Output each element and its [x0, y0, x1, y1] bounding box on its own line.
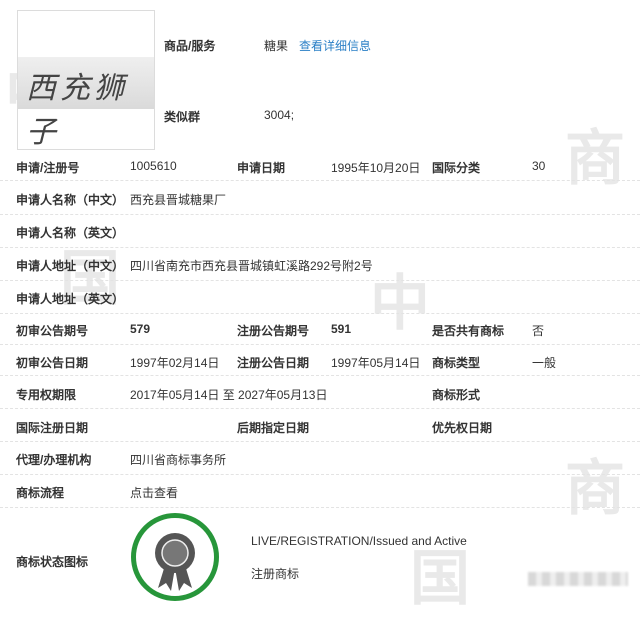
reg-date: 1997年05月14日: [331, 356, 421, 370]
prelim-issue: 579: [130, 322, 151, 336]
apply-date: 1995年10月20日: [331, 161, 421, 175]
row-dates: 初审公告日期 1997年02月14日 注册公告日期 1997年05月14日 商标…: [0, 345, 640, 376]
shared-label: 是否共有商标: [432, 324, 505, 338]
priority-date-label: 优先权日期: [432, 421, 493, 435]
reg-no: 1005610: [130, 159, 177, 173]
goods-label: 商品/服务: [164, 39, 216, 53]
row-address-en: 申请人地址（英文）: [0, 281, 640, 314]
apply-date-label: 申请日期: [237, 161, 286, 175]
trademark-image: 西充狮子: [17, 10, 155, 150]
status-en: LIVE/REGISTRATION/Issued and Active: [251, 534, 467, 548]
row-issue: 初审公告期号 579 注册公告期号 591 是否共有商标 否: [0, 314, 640, 345]
logo-text: 西充狮子: [26, 71, 128, 150]
applicant-cn: 西充县晋城糖果厂: [130, 193, 227, 207]
trademark-detail: 西充狮子 商品/服务 糖果 查看详细信息 类似群 3004; 申请/注册号 10…: [0, 0, 640, 602]
row-intl-dates: 国际注册日期 后期指定日期 优先权日期: [0, 409, 640, 442]
agent-label: 代理/办理机构: [16, 453, 92, 467]
prelim-issue-label: 初审公告期号: [16, 324, 89, 338]
agent: 四川省商标事务所: [130, 453, 227, 467]
intl-reg-date-label: 国际注册日期: [16, 421, 89, 435]
similar-group-label: 类似群: [164, 110, 201, 124]
reg-no-label: 申请/注册号: [16, 161, 80, 175]
type-label: 商标类型: [432, 356, 481, 370]
flow-label: 商标流程: [16, 486, 65, 500]
trademark-logo: 西充狮子: [18, 57, 154, 150]
status-icon-label: 商标状态图标: [16, 555, 89, 569]
row-registration: 申请/注册号 1005610 申请日期 1995年10月20日 国际分类 30: [0, 150, 640, 181]
goods-value: 糖果: [264, 39, 289, 53]
applicant-cn-label: 申请人名称（中文）: [16, 193, 125, 207]
row-applicant-cn: 申请人名称（中文） 西充县晋城糖果厂: [0, 182, 640, 215]
goods-detail-link[interactable]: 查看详细信息: [299, 37, 371, 54]
blurred-watermark: [528, 572, 628, 586]
exclusive-label: 专用权期限: [16, 388, 77, 402]
address-cn-label: 申请人地址（中文）: [16, 259, 125, 273]
form-label: 商标形式: [432, 388, 481, 402]
row-agent: 代理/办理机构 四川省商标事务所: [0, 442, 640, 475]
flow-link[interactable]: 点击查看: [130, 484, 178, 501]
intl-class-label: 国际分类: [432, 161, 481, 175]
reg-date-label: 注册公告日期: [237, 356, 310, 370]
row-address-cn: 申请人地址（中文） 四川省南充市西充县晋城镇虹溪路292号附2号: [0, 248, 640, 281]
type: 一般: [532, 356, 557, 370]
row-exclusive: 专用权期限 2017年05月14日 至 2027年05月13日 商标形式: [0, 376, 640, 409]
prelim-date: 1997年02月14日: [130, 356, 220, 370]
similar-group-value: 3004;: [264, 108, 295, 122]
exclusive: 2017年05月14日 至 2027年05月13日: [130, 388, 328, 402]
intl-class: 30: [532, 159, 546, 173]
later-date-label: 后期指定日期: [237, 421, 310, 435]
applicant-en-label: 申请人名称（英文）: [16, 226, 125, 240]
shared: 否: [532, 324, 545, 338]
address-cn: 四川省南充市西充县晋城镇虹溪路292号附2号: [130, 259, 373, 273]
address-en-label: 申请人地址（英文）: [16, 292, 125, 306]
status-cn: 注册商标: [251, 567, 300, 581]
row-flow: 商标流程 点击查看: [0, 475, 640, 508]
award-medal-icon: [155, 533, 195, 591]
row-applicant-en: 申请人名称（英文）: [0, 215, 640, 248]
prelim-date-label: 初审公告日期: [16, 356, 89, 370]
reg-issue-label: 注册公告期号: [237, 324, 310, 338]
reg-issue: 591: [331, 322, 352, 336]
status-badge: [131, 513, 219, 601]
